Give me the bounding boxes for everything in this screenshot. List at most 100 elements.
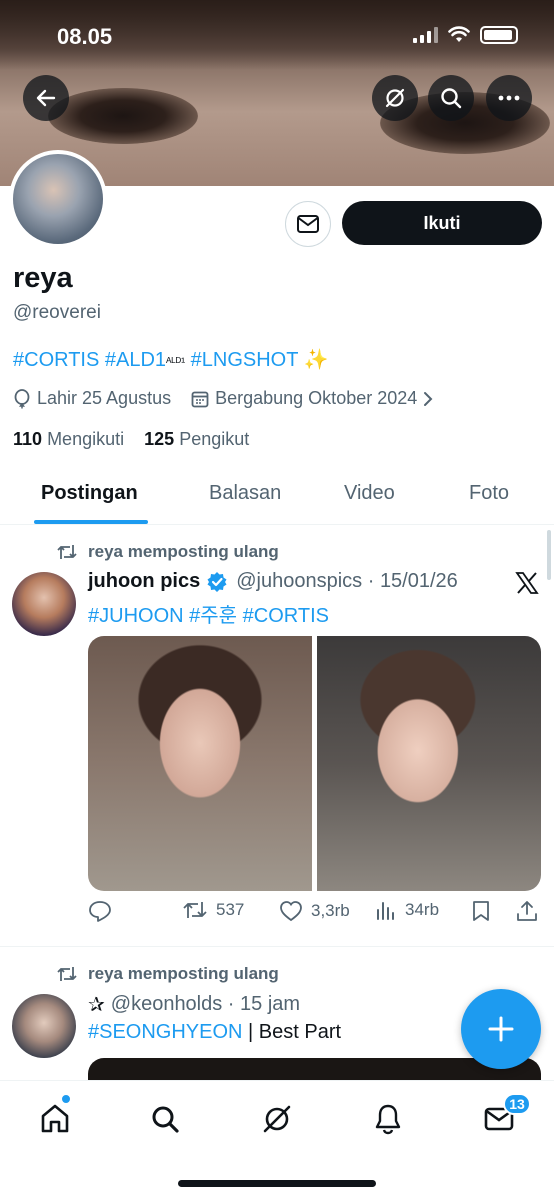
post-actions: 537 3,3rb 34rb <box>88 900 540 930</box>
post-text: #JUHOON #주훈 #CORTIS <box>88 599 329 628</box>
post-header: juhoon pics @juhoonspics · 15/01/26 <box>88 570 458 593</box>
sparkles-emoji: ✨ <box>303 349 329 371</box>
signal-icon <box>413 27 438 43</box>
post-date: 15/01/26 <box>379 570 458 592</box>
post-body: | Best Part <box>248 1021 342 1043</box>
nav-home[interactable] <box>35 1099 75 1139</box>
birthday-info: Lahir 25 Agustus <box>13 388 171 409</box>
repost-label: reya memposting ulang <box>56 964 279 984</box>
search-icon <box>441 88 462 109</box>
reply-button[interactable] <box>88 900 112 922</box>
post-photo[interactable] <box>88 636 312 891</box>
post-avatar[interactable] <box>12 994 76 1058</box>
post-tag[interactable]: #SEONGHYEON <box>88 1021 242 1043</box>
followers-link[interactable]: 125 Pengikut <box>144 429 249 449</box>
tab-video[interactable]: Video <box>344 482 395 505</box>
repost-label: reya memposting ulang <box>56 542 279 562</box>
wifi-icon <box>448 26 470 42</box>
scrollbar[interactable] <box>547 530 551 580</box>
message-button[interactable] <box>285 201 331 247</box>
compose-button[interactable] <box>461 989 541 1069</box>
heart-icon <box>280 901 302 922</box>
analytics-icon <box>377 902 394 920</box>
following-link[interactable]: 110 Mengikuti <box>13 429 124 449</box>
mail-icon <box>297 215 319 233</box>
messages-badge: 13 <box>503 1093 531 1115</box>
reply-icon <box>89 901 111 922</box>
post-photo[interactable] <box>317 636 541 891</box>
views-button[interactable]: 34rb <box>375 900 439 920</box>
more-button[interactable] <box>486 75 532 121</box>
follow-button[interactable]: Ikuti <box>342 201 542 245</box>
nav-grok[interactable] <box>257 1099 297 1139</box>
post-media <box>88 636 541 891</box>
home-icon <box>41 1104 69 1133</box>
back-button[interactable] <box>23 75 69 121</box>
tab-posts[interactable]: Postingan <box>41 482 138 505</box>
chevron-right-icon <box>424 391 433 406</box>
birthday-text: Lahir 25 Agustus <box>37 388 172 408</box>
x-logo-icon <box>515 572 539 594</box>
bell-icon <box>375 1104 401 1135</box>
post-tag[interactable]: #CORTIS <box>243 605 329 627</box>
bookmark-button[interactable] <box>472 900 490 922</box>
grok-icon <box>263 1105 291 1133</box>
search-icon <box>152 1106 179 1133</box>
bio-tag-cortis[interactable]: #CORTIS <box>13 349 99 371</box>
battery-icon <box>480 26 518 44</box>
joined-info[interactable]: Bergabung Oktober 2024 <box>191 388 433 409</box>
like-button[interactable]: 3,3rb <box>279 900 350 922</box>
bio-ald1-suffix: ᴬᴸᴰ¹ <box>166 355 186 369</box>
joined-text: Bergabung Oktober 2024 <box>215 388 418 408</box>
active-tab-indicator <box>34 520 148 524</box>
profile-name: reya <box>13 262 73 294</box>
verified-badge-icon <box>207 571 227 592</box>
post-text: #SEONGHYEON | Best Part <box>88 1021 341 1044</box>
arrow-left-icon <box>36 89 56 107</box>
more-icon <box>498 95 520 101</box>
repost-icon <box>57 545 77 559</box>
post-author-handle[interactable]: @keonholds <box>111 993 222 1016</box>
post-tag[interactable]: #주훈 <box>189 605 237 627</box>
balloon-icon <box>14 388 30 408</box>
status-icons <box>413 26 518 44</box>
share-icon <box>517 901 537 921</box>
home-notification-dot <box>61 1094 71 1104</box>
post-date: 15 jam <box>240 993 301 1015</box>
like-count: 3,3rb <box>311 901 350 920</box>
calendar-icon <box>191 391 209 407</box>
repost-count: 537 <box>216 900 245 919</box>
repost-icon <box>57 967 77 981</box>
grok-button[interactable] <box>372 75 418 121</box>
share-button[interactable] <box>516 900 538 922</box>
follow-stats: 110 Mengikuti 125 Pengikut <box>13 429 249 450</box>
profile-bio: #CORTIS #ALD1ᴬᴸᴰ¹ #LNGSHOT ✨ <box>13 347 329 372</box>
plus-icon <box>488 1016 514 1042</box>
nav-search[interactable] <box>145 1099 185 1139</box>
status-time: 08.05 <box>57 24 113 49</box>
repost-icon <box>183 902 207 918</box>
profile-avatar[interactable] <box>9 150 107 248</box>
repost-button[interactable]: 537 <box>182 900 244 920</box>
bio-tag-ald1[interactable]: #ALD1 <box>105 349 166 371</box>
profile-tabs: Postingan Balasan Video Foto <box>0 470 554 525</box>
tab-replies[interactable]: Balasan <box>209 482 281 505</box>
post-author-name[interactable]: juhoon pics <box>88 570 200 593</box>
post-divider <box>0 946 554 947</box>
bio-tag-lngshot[interactable]: #LNGSHOT <box>191 349 298 371</box>
post-tag[interactable]: #JUHOON <box>88 605 184 627</box>
profile-meta: Lahir 25 Agustus Bergabung Oktober 2024 <box>13 388 453 409</box>
search-button[interactable] <box>428 75 474 121</box>
post-avatar[interactable] <box>12 572 76 636</box>
post-author-handle[interactable]: @juhoonspics <box>236 570 362 593</box>
views-count: 34rb <box>405 900 440 919</box>
grok-icon <box>385 88 405 108</box>
banner-eye-left <box>48 88 198 144</box>
post-header: ✰ @keonholds · 15 jam <box>88 992 301 1017</box>
profile-handle: @reoverei <box>13 302 101 323</box>
nav-notifications[interactable] <box>368 1099 408 1139</box>
home-indicator[interactable] <box>178 1180 376 1187</box>
post-author-name[interactable]: ✰ <box>88 992 105 1017</box>
tab-photos[interactable]: Foto <box>469 482 509 505</box>
bookmark-icon <box>473 901 489 921</box>
